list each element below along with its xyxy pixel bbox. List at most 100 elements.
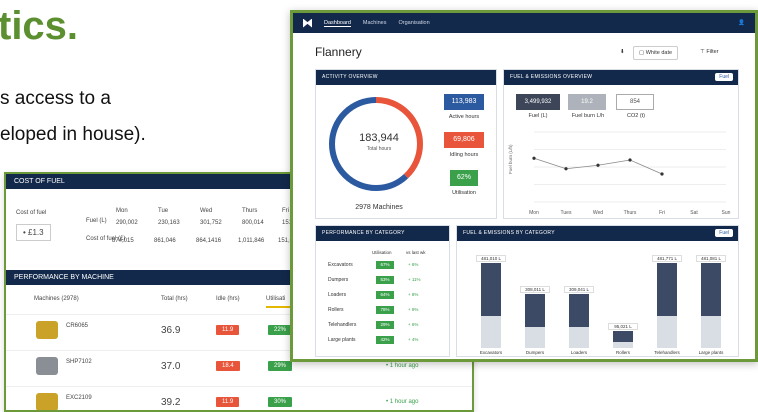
nav-dashboard[interactable]: Dashboard <box>324 20 351 27</box>
cost-of-fuel-input[interactable]: • £1.3 <box>16 224 51 241</box>
bar-category-label: Excavators <box>479 350 503 355</box>
utilisation-label: Utilisation <box>452 190 476 196</box>
paragraph-line-1: s access to a <box>0 88 111 109</box>
col-utilisation: Utilisation <box>372 250 392 255</box>
category-name: Dumpers <box>328 277 349 283</box>
fuel-litres-label: Fuel (L) <box>528 113 548 119</box>
bar-value-label: 309,041 L <box>564 285 594 293</box>
page-title: Flannery <box>315 45 362 59</box>
bar-value-label: 95,021 L <box>608 323 638 331</box>
machine-id: CR6065 <box>66 323 89 329</box>
user-icon[interactable]: 👤 <box>738 20 745 26</box>
x-tick-label: Sun <box>722 210 731 216</box>
total-hours: 37.0 <box>161 361 181 372</box>
paragraph-line-2: eloped in house). <box>0 124 146 145</box>
category-name: Rollers <box>328 307 344 313</box>
fuel-burn-line-chart: Fuel burn (L/h) Mon Tues Wed Thurs Fri Sat Sun <box>508 131 731 216</box>
x-tick-label: Mon <box>529 210 539 216</box>
nav-machines[interactable]: Machines <box>363 20 387 26</box>
bar[interactable] <box>525 293 545 328</box>
bar-value-label: 481,771 L <box>652 255 682 263</box>
idle-badge: 11.9 <box>216 397 240 407</box>
bar[interactable] <box>481 263 501 316</box>
machine-count: 2978 Machines <box>355 204 403 211</box>
cost-of-fuel-label: Cost of fuel <box>16 210 47 216</box>
category-utilisation-badge: 64% <box>376 291 394 299</box>
co2-box: 854 <box>616 94 654 110</box>
cost-value: 864,1416 <box>196 238 222 244</box>
x-tick-label: Fri <box>659 210 665 216</box>
fuel-toggle[interactable]: Fuel <box>715 73 733 81</box>
data-point[interactable] <box>660 172 664 176</box>
last-seen: • 1 hour ago <box>386 399 419 405</box>
idle-badge: 18.4 <box>216 361 240 371</box>
machine-id: EXC2109 <box>66 395 92 401</box>
fuel-value: 290,002 <box>116 220 138 226</box>
col-idle: Idle (hrs) <box>216 296 240 302</box>
download-icon[interactable]: ⬇ <box>615 46 630 58</box>
col-total: Total (hrs) <box>161 296 188 302</box>
total-hours-value: 183,944 <box>359 132 399 144</box>
data-point[interactable] <box>564 167 568 171</box>
bar[interactable] <box>701 263 721 316</box>
date-picker-button[interactable]: ▢ White date <box>633 46 679 60</box>
nav-organisation[interactable]: Organisation <box>398 20 429 26</box>
data-point[interactable] <box>532 156 536 160</box>
category-utilisation-badge: 29% <box>376 321 394 329</box>
bar-category-label: Rollers <box>615 350 630 355</box>
bar[interactable] <box>613 331 633 342</box>
machine-thumbnail-icon <box>36 357 58 375</box>
bar-value-label: 308,011 L <box>520 285 550 293</box>
fuel-overview-title: FUEL & EMISSIONS OVERVIEW <box>504 70 738 85</box>
idle-badge: 11.9 <box>216 325 240 335</box>
activity-overview-title: ACTIVITY OVERVIEW <box>316 70 496 85</box>
fuel-row-label: Fuel (L) <box>86 218 107 224</box>
active-hours-label: Active hours <box>448 114 480 120</box>
bar[interactable] <box>657 263 677 316</box>
col-vs-last-week: vs last wk <box>406 250 426 255</box>
logo-icon <box>303 18 312 28</box>
machine-thumbnail-icon <box>36 321 58 339</box>
data-point[interactable] <box>596 163 600 167</box>
x-tick-label: Sat <box>690 210 698 216</box>
category-name: Telehandlers <box>328 322 357 328</box>
machine-thumbnail-icon <box>36 393 58 410</box>
bar-value-label: 481,010 L <box>476 255 506 263</box>
table-row[interactable]: EXC2109 39.2 11.9 30% • 1 hour ago <box>6 386 472 410</box>
utilisation-badge: 22% <box>268 325 293 335</box>
day-header: Wed <box>200 208 213 214</box>
day-header: Thurs <box>242 208 258 214</box>
total-hours-label: Total hours <box>366 146 392 152</box>
top-nav: Dashboard Machines Organisation 👤 <box>293 13 755 33</box>
category-change: + 8% <box>408 292 419 297</box>
bar-category-label: Dumpers <box>525 350 545 355</box>
fuel-emissions-by-category-panel: FUEL & EMISSIONS BY CATEGORY Fuel 481,01… <box>456 225 739 357</box>
performance-by-category-panel: PERFORMANCE BY CATEGORY Utilisation vs l… <box>315 225 450 357</box>
category-utilisation-badge: 53% <box>376 276 394 284</box>
idling-hours-stat: 69,806 <box>444 132 484 148</box>
data-point[interactable] <box>628 158 632 162</box>
x-tick-label: Wed <box>593 210 603 216</box>
utilisation-badge: 30% <box>268 397 293 407</box>
page-heading: tics. <box>0 4 79 48</box>
activity-overview-panel: ACTIVITY OVERVIEW 183,944 Total hours 29… <box>315 69 497 219</box>
bar-category-label: Large plants <box>698 350 724 355</box>
cost-row-label: Cost of fuel (£) <box>86 236 126 242</box>
total-hours: 36.9 <box>161 325 181 336</box>
category-utilisation-badge: 42% <box>376 336 394 344</box>
day-header: Mon <box>116 208 128 214</box>
y-axis-label: Fuel burn (L/h) <box>508 144 513 174</box>
category-name: Loaders <box>328 292 347 298</box>
fuel-value: 301,752 <box>200 220 222 226</box>
filter-label: Filter <box>706 49 719 55</box>
category-change: + 9% <box>408 307 419 312</box>
bar[interactable] <box>569 293 589 328</box>
day-header: Tue <box>158 208 169 214</box>
col-machines: Machines (2978) <box>34 296 79 302</box>
filter-button[interactable]: ⊤ Filter <box>695 46 724 58</box>
category-name: Large plants <box>328 337 356 343</box>
active-hours-stat: 113,983 <box>444 94 484 110</box>
fuel-by-category-bar-chart: 481,010 L Excavators 308,011 L Dumpers 309,0… <box>457 226 740 358</box>
machine-id: SHP7102 <box>66 359 92 365</box>
last-seen: • 1 hour ago <box>386 363 419 369</box>
